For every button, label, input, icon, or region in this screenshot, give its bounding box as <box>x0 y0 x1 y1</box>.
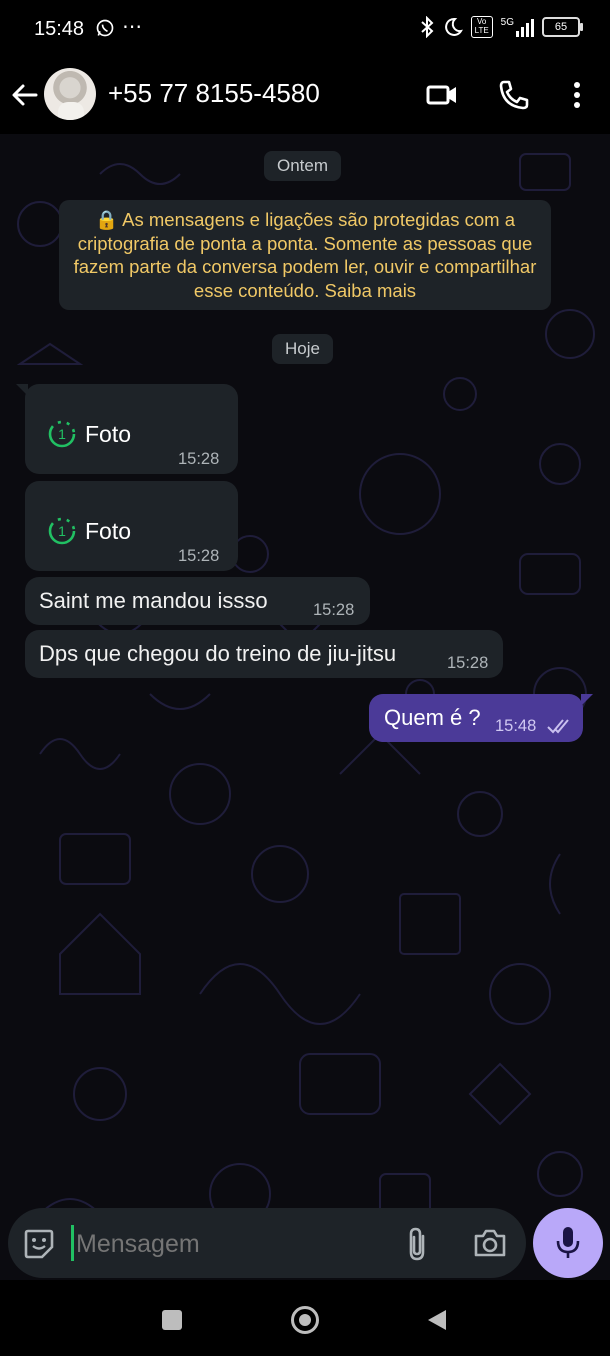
message-time: 15:28 <box>313 601 355 619</box>
message-time: 15:28 <box>178 547 220 565</box>
do-not-disturb-moon-icon <box>444 17 463 36</box>
home-button[interactable] <box>291 1306 319 1334</box>
battery-icon: 65 <box>542 17 583 37</box>
view-once-icon: 1 <box>48 420 76 448</box>
attach-paperclip-icon[interactable] <box>403 1226 431 1262</box>
message-time: 15:28 <box>447 654 489 672</box>
chat-area[interactable]: Ontem 🔒 As mensagens e ligações são prot… <box>0 134 610 1280</box>
contact-name[interactable]: +55 77 8155-4580 <box>108 78 320 109</box>
message-time: 15:28 <box>178 450 220 468</box>
svg-text:1: 1 <box>58 426 66 442</box>
contact-avatar[interactable] <box>44 68 96 120</box>
message-text: Foto <box>85 517 132 544</box>
message-bubble-incoming[interactable]: 1 Foto 15:28 <box>25 481 238 571</box>
voice-call-icon[interactable] <box>497 78 531 112</box>
video-call-icon[interactable] <box>425 78 459 112</box>
microphone-icon <box>556 1227 580 1258</box>
back-button[interactable] <box>426 1308 448 1332</box>
message-text: Foto <box>85 420 132 447</box>
message-bubble-incoming[interactable]: Dps que chegou do treino de jiu-jitsu 15… <box>25 630 503 678</box>
view-once-icon: 1 <box>48 517 76 545</box>
more-notifications-icon: ⋯ <box>122 16 143 38</box>
system-navigation-bar <box>0 1286 610 1356</box>
chat-header: +55 77 8155-4580 <box>0 58 610 134</box>
message-bubble-incoming[interactable]: Saint me mandou issso 15:28 <box>25 577 370 625</box>
encryption-notice[interactable]: 🔒 As mensagens e ligações são protegidas… <box>59 200 551 310</box>
voice-message-button[interactable] <box>533 1208 603 1278</box>
status-time: 15:48 <box>34 18 85 40</box>
message-composer <box>8 1208 526 1278</box>
camera-icon[interactable] <box>472 1226 508 1260</box>
message-bubble-outgoing[interactable]: Quem é ? 15:48 <box>369 694 593 742</box>
message-bubble-incoming[interactable]: 1 Foto 15:28 <box>16 384 238 474</box>
message-text: Saint me mandou issso <box>39 588 268 613</box>
sticker-emoji-icon[interactable] <box>22 1227 56 1261</box>
message-text: Quem é ? <box>384 705 481 730</box>
message-time: 15:48 <box>495 717 537 735</box>
recent-apps-button[interactable] <box>162 1310 182 1330</box>
message-text: Dps que chegou do treino de jiu-jitsu <box>39 641 397 666</box>
volte-icon: Vo LTE <box>470 16 493 38</box>
back-arrow-icon[interactable] <box>10 80 40 110</box>
whatsapp-icon <box>96 19 114 37</box>
view-once-photo[interactable]: 1 Foto <box>46 515 131 547</box>
read-receipt-double-check-icon <box>547 719 569 734</box>
more-options-icon[interactable] <box>560 78 594 112</box>
signal-strength-icon: 5G <box>501 17 534 37</box>
date-divider-today: Hoje <box>272 334 333 364</box>
bluetooth-icon <box>420 16 434 38</box>
date-divider-yesterday: Ontem <box>264 151 342 181</box>
status-icons: Vo LTE 5G 65 <box>419 16 583 38</box>
message-input[interactable] <box>74 1222 398 1266</box>
svg-text:1: 1 <box>58 523 66 539</box>
status-bar: 15:48 ⋯ Vo LTE 5G 65 <box>0 0 610 58</box>
view-once-photo[interactable]: 1 Foto <box>46 418 131 450</box>
